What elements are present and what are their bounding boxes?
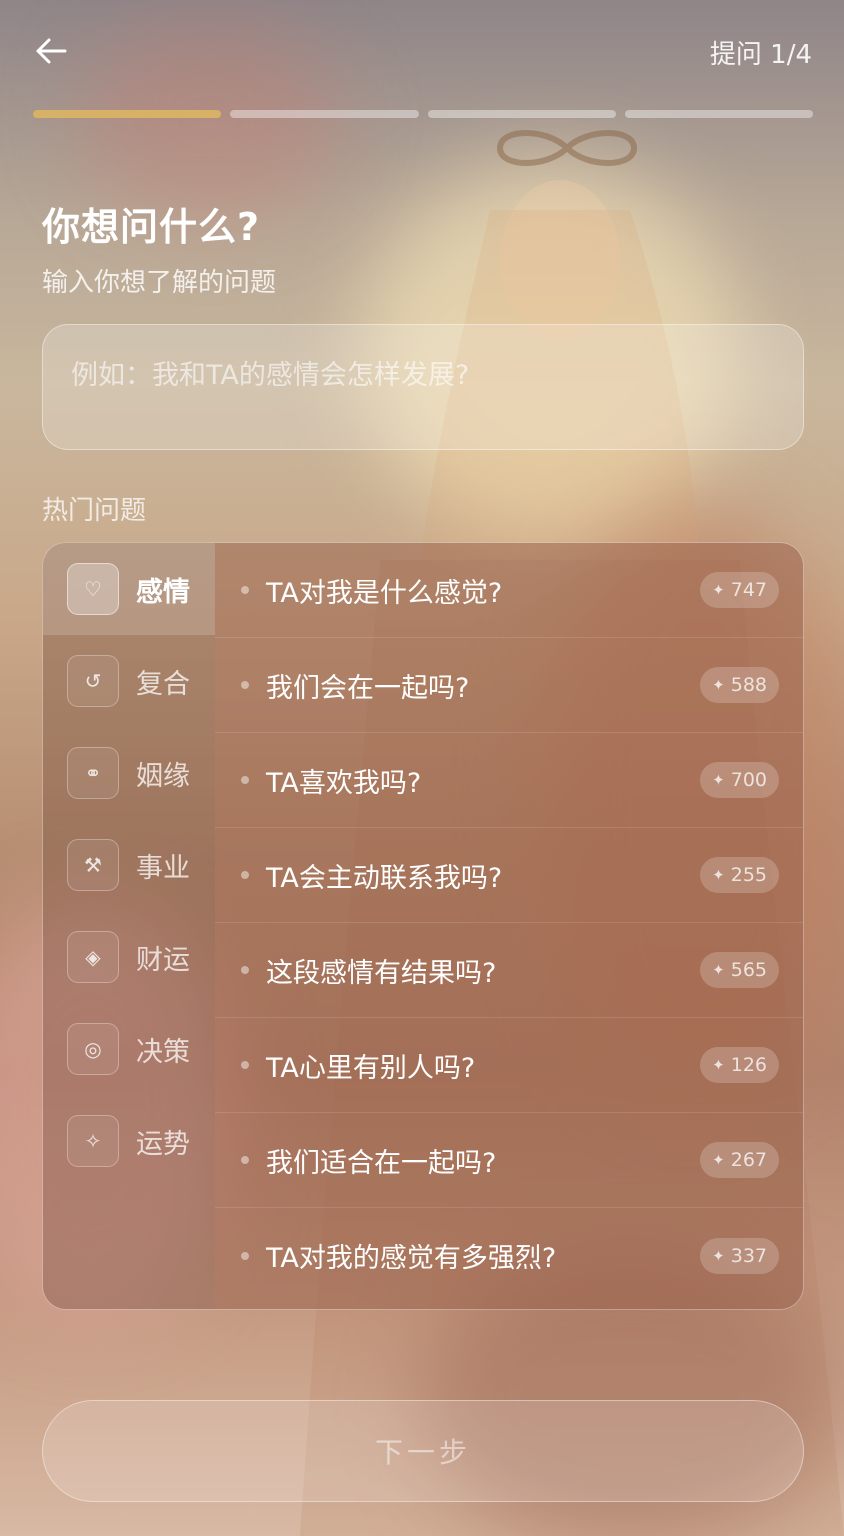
question-item[interactable]: 这段感情有结果吗? ✦ 565 xyxy=(215,923,803,1018)
popularity-badge: ✦ 747 xyxy=(700,572,779,608)
bullet-dot xyxy=(241,966,249,974)
popularity-count: 337 xyxy=(730,1244,767,1267)
bullet-dot xyxy=(241,681,249,689)
bullet-dot xyxy=(241,871,249,879)
category-fortune[interactable]: ✧ 运势 xyxy=(43,1095,215,1187)
back-button[interactable] xyxy=(28,28,74,74)
bullet-dot xyxy=(241,1061,249,1069)
question-text: 我们会在一起吗? xyxy=(266,672,470,704)
question-text: TA会主动联系我吗? xyxy=(266,862,503,894)
progress-bar xyxy=(33,110,813,118)
popularity-count: 255 xyxy=(730,864,767,886)
heart-icon: ♡ xyxy=(67,563,119,615)
popularity-badge: ✦ 126 xyxy=(700,1047,779,1083)
question-item[interactable]: 我们会在一起吗? ✦ 588 xyxy=(215,638,803,733)
question-item[interactable]: TA喜欢我吗? ✦ 700 xyxy=(215,733,803,828)
category-wealth[interactable]: ◈ 财运 xyxy=(43,911,215,1003)
bullet-dot xyxy=(241,586,249,594)
sparkle-icon: ✦ xyxy=(712,676,725,694)
category-label: 运势 xyxy=(136,1128,190,1160)
category-career[interactable]: ⚒ 事业 xyxy=(43,819,215,911)
infinity-symbol xyxy=(496,130,638,166)
question-item[interactable]: TA对我是什么感觉? ✦ 747 xyxy=(215,543,803,638)
popularity-badge: ✦ 337 xyxy=(700,1237,779,1274)
question-item[interactable]: TA对我的感觉有多强烈? ✦ 337 xyxy=(215,1208,803,1303)
category-reunion[interactable]: ↺ 复合 xyxy=(43,635,215,727)
bullet-dot xyxy=(241,1251,249,1260)
rotate-icon: ↺ xyxy=(67,655,119,707)
category-list: ♡ 感情 ↺ 复合 ⚭ 姻缘 ⚒ 事业 ◈ 财运 ◎ 决策 ✧ 运势 xyxy=(43,543,215,1309)
question-text: TA心里有别人吗? xyxy=(266,1052,476,1084)
question-text: 我们适合在一起吗? xyxy=(266,1147,497,1179)
popularity-count: 700 xyxy=(730,769,767,791)
category-label: 事业 xyxy=(136,852,190,884)
page-subtitle: 输入你想了解的问题 xyxy=(42,268,277,298)
back-arrow-icon xyxy=(36,38,67,64)
category-label: 感情 xyxy=(136,576,190,608)
question-item[interactable]: TA心里有别人吗? ✦ 126 xyxy=(215,1018,803,1113)
diamond-icon: ◈ xyxy=(67,931,119,983)
popularity-badge: ✦ 255 xyxy=(700,857,779,893)
target-icon: ◎ xyxy=(67,1023,119,1075)
popularity-count: 565 xyxy=(730,959,767,981)
sparkle-icon: ✦ xyxy=(712,866,725,884)
question-item[interactable]: 我们适合在一起吗? ✦ 267 xyxy=(215,1113,803,1208)
popularity-count: 747 xyxy=(730,579,767,601)
hot-questions-label: 热门问题 xyxy=(42,496,147,526)
sparkle-icon: ✦ xyxy=(712,1151,725,1169)
progress-segment-1 xyxy=(33,110,222,118)
category-label: 财运 xyxy=(136,944,190,976)
question-text: 这段感情有结果吗? xyxy=(266,957,497,989)
category-marriage[interactable]: ⚭ 姻缘 xyxy=(43,727,215,819)
question-text: TA对我是什么感觉? xyxy=(266,577,503,609)
question-input[interactable] xyxy=(42,324,804,450)
sparkle-icon: ✦ xyxy=(712,1056,725,1074)
question-item[interactable]: TA会主动联系我吗? ✦ 255 xyxy=(215,828,803,923)
category-label: 决策 xyxy=(136,1036,190,1068)
question-text: TA喜欢我吗? xyxy=(266,767,422,799)
category-love[interactable]: ♡ 感情 xyxy=(43,543,215,635)
popularity-badge: ✦ 565 xyxy=(700,952,779,988)
popularity-count: 267 xyxy=(730,1149,767,1171)
sparkle-icon: ✦ xyxy=(712,581,725,599)
progress-segment-3 xyxy=(427,110,616,118)
sparkle-icon: ✦ xyxy=(712,961,725,979)
hot-questions-panel: ♡ 感情 ↺ 复合 ⚭ 姻缘 ⚒ 事业 ◈ 财运 ◎ 决策 ✧ 运势 TA对我是… xyxy=(42,542,804,1310)
progress-segment-2 xyxy=(230,110,419,118)
popularity-badge: ✦ 267 xyxy=(700,1142,779,1178)
next-step-button[interactable]: 下一步 xyxy=(42,1400,804,1502)
category-label: 复合 xyxy=(136,668,190,700)
question-list: TA对我是什么感觉? ✦ 747 我们会在一起吗? ✦ 588 TA喜欢我吗? ✦ 7… xyxy=(215,543,803,1309)
step-indicator: 提问 1/4 xyxy=(709,40,812,70)
question-text: TA对我的感觉有多强烈? xyxy=(266,1243,557,1274)
rings-icon: ⚭ xyxy=(67,747,119,799)
page-title: 你想问什么? xyxy=(42,205,261,249)
popularity-count: 588 xyxy=(730,674,767,696)
sparkle-icon: ✦ xyxy=(712,771,725,789)
category-decision[interactable]: ◎ 决策 xyxy=(43,1003,215,1095)
sparkle-icon: ✧ xyxy=(67,1115,119,1167)
progress-segment-4 xyxy=(624,110,813,118)
bullet-dot xyxy=(241,776,249,784)
bullet-dot xyxy=(241,1156,249,1164)
popularity-count: 126 xyxy=(730,1054,767,1076)
popularity-badge: ✦ 700 xyxy=(700,762,779,798)
category-label: 姻缘 xyxy=(136,760,190,792)
sparkle-icon: ✦ xyxy=(712,1246,725,1265)
tools-icon: ⚒ xyxy=(67,839,119,891)
popularity-badge: ✦ 588 xyxy=(700,667,779,703)
